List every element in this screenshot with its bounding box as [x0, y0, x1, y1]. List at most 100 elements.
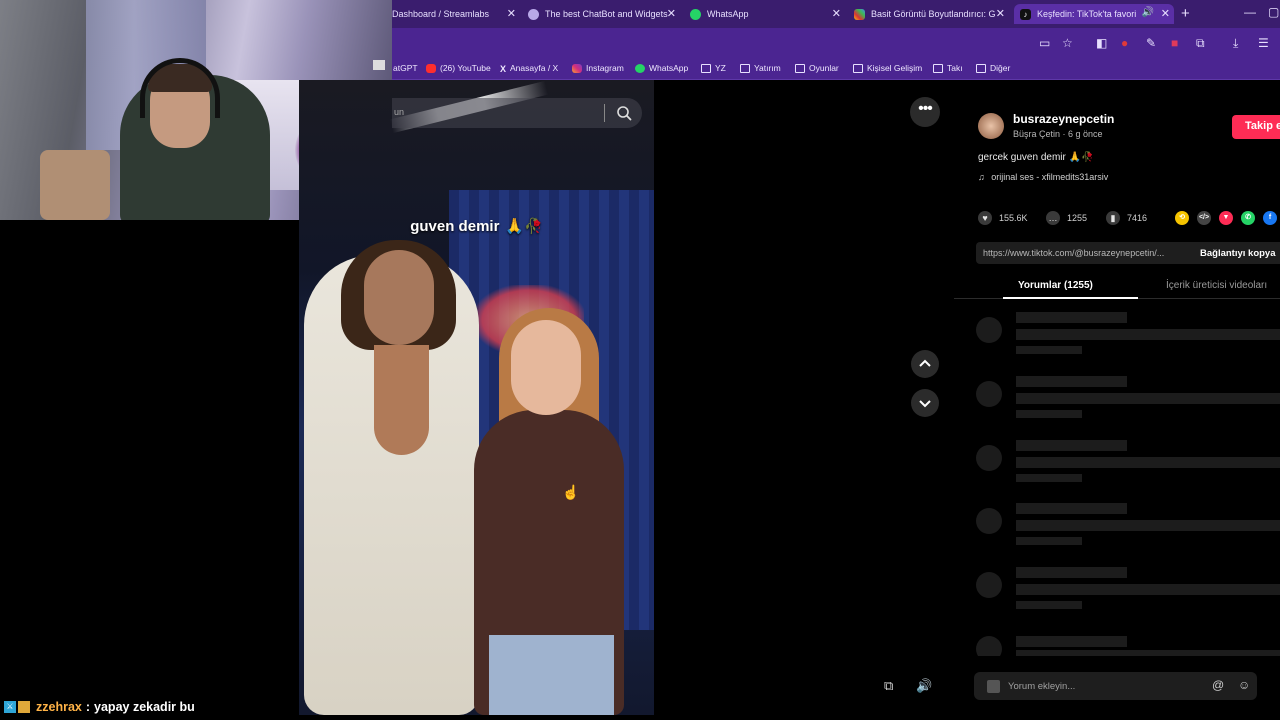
like-button[interactable]: ♥ 155.6K [978, 211, 1028, 225]
emoji-icon[interactable]: ☺ [1238, 678, 1250, 692]
comment-skeleton [976, 503, 1280, 560]
floating-player-icon[interactable]: ⧉ [884, 678, 904, 696]
webcam-wall-item [373, 60, 385, 70]
moderator-badge-icon: ⚔ [4, 701, 16, 713]
search-divider [604, 104, 605, 122]
comment-button[interactable]: … 1255 [1046, 211, 1087, 225]
bookmark-label: Kişisel Gelişim [867, 63, 923, 73]
search-input[interactable]: un [394, 107, 404, 117]
video-caption: guven demir 🙏🥀 [299, 217, 654, 235]
bookmark-folder-yz[interactable]: YZ [701, 63, 726, 73]
extensions-puzzle-icon[interactable]: ⧉ [1196, 36, 1205, 51]
volume-icon[interactable]: 🔊 [916, 678, 936, 696]
comment-count: 1255 [1067, 213, 1088, 223]
bookmark-label: Takı [947, 63, 963, 73]
sound-row[interactable]: ♫ orijinal ses - xfilmedits31arsiv [978, 172, 1108, 182]
repost-icon[interactable]: ⟲ [1175, 211, 1189, 225]
like-count: 155.6K [999, 213, 1028, 223]
music-note-icon: ♫ [978, 172, 985, 182]
tab-whatsapp[interactable]: WhatsApp ✕ [690, 4, 845, 24]
whatsapp-icon[interactable]: ✆ [1241, 211, 1255, 225]
bookmark-whatsapp[interactable]: WhatsApp [635, 63, 688, 73]
restore-icon[interactable]: ▢ [1268, 5, 1279, 19]
tab-comments[interactable]: Yorumlar (1255) [1018, 280, 1093, 291]
mention-icon[interactable]: @ [1212, 678, 1224, 692]
link-copy-box: https://www.tiktok.com/@busrazeynepcetin… [976, 242, 1280, 264]
bookmark-folder-kisisel-gelisim[interactable]: Kişisel Gelişim [853, 63, 922, 73]
comment-skeleton [976, 440, 1280, 497]
tab-title: Keşfedin: TikTok'ta favori v [1037, 9, 1137, 19]
video-woman-head [511, 320, 581, 415]
comment-input[interactable]: Yorum ekleyin... @ ☺ [974, 672, 1257, 700]
post-description: gercek guven demir 🙏🥀 [978, 152, 1094, 163]
comment-skeleton [976, 312, 1280, 369]
chat-message: yapay zekadir bu [94, 700, 195, 714]
tab-creator-videos[interactable]: İçerik üreticisi videoları [1166, 280, 1267, 291]
stream-chat-message: ⚔ zzehrax : yapay zekadir bu [4, 699, 195, 715]
hand-cursor-icon: ☝ [562, 484, 580, 500]
adblock-icon[interactable]: ● [1121, 36, 1128, 50]
bookmark-folder-oyunlar[interactable]: Oyunlar [795, 63, 839, 73]
minimize-icon[interactable]: — [1244, 5, 1256, 19]
menu-icon[interactable]: ☰ [1258, 36, 1269, 50]
close-icon[interactable]: ✕ [507, 7, 516, 20]
author-subline: Büşra Çetin · 6 g önce [1013, 129, 1103, 139]
bookmark-youtube[interactable]: (26) YouTube [426, 63, 491, 73]
speaker-icon[interactable]: 🔊 [1142, 7, 1154, 18]
save-button[interactable]: ▮ 7416 [1106, 211, 1147, 225]
instagram-icon [572, 63, 582, 73]
extension-icon[interactable]: ◧ [1096, 36, 1107, 50]
pen-icon[interactable]: ✎ [1146, 36, 1156, 50]
comment-skeleton [976, 636, 1280, 656]
bookmark-x[interactable]: X Anasayfa / X [500, 63, 558, 74]
tab-chatbot[interactable]: The best ChatBot and Widgets ✕ [526, 4, 680, 24]
bookmark-folder-diger[interactable]: Diğer [976, 63, 1010, 73]
author-username[interactable]: busrazeynepcetin [1013, 112, 1114, 126]
close-icon[interactable]: ✕ [996, 7, 1005, 20]
video-caption-text: guven demir [410, 218, 500, 235]
search-bar[interactable]: un [392, 98, 642, 128]
tab-image-resizer[interactable]: Basit Görüntü Boyutlandırıcı: G ✕ [854, 4, 1009, 24]
bookmark-folder-taki[interactable]: Takı [933, 63, 963, 73]
tab-title: Basit Görüntü Boyutlandırıcı: G [871, 9, 996, 19]
search-icon[interactable] [616, 105, 632, 121]
more-options-icon[interactable]: ••• [910, 97, 940, 127]
bookmark-label: Oyunlar [809, 63, 839, 73]
follow-button[interactable]: Takip e [1232, 115, 1280, 139]
next-video-button[interactable] [911, 389, 939, 417]
avatar[interactable] [978, 113, 1004, 139]
install-app-icon[interactable]: ▭ [1039, 36, 1050, 50]
tab-title: The best ChatBot and Widgets [545, 9, 668, 19]
whatsapp-icon [690, 8, 701, 20]
send-icon[interactable]: ▼ [1219, 211, 1233, 225]
close-icon[interactable]: ✕ [832, 7, 841, 20]
folder-icon [933, 63, 943, 73]
bookmark-star-icon[interactable]: ☆ [1062, 36, 1073, 50]
previous-video-button[interactable] [911, 350, 939, 378]
tab-tiktok[interactable]: ♪ Keşfedin: TikTok'ta favori v 🔊 ✕ [1014, 4, 1174, 24]
video-man-chest [374, 345, 429, 455]
bookmark-folder-yatirim[interactable]: Yatırım [740, 63, 781, 73]
close-icon[interactable]: ✕ [1161, 7, 1170, 20]
comment-skeleton [976, 376, 1280, 433]
close-icon[interactable]: ✕ [667, 7, 676, 20]
bookmark-chatgpt[interactable]: atGPT [393, 63, 418, 73]
sound-label: orijinal ses - xfilmedits31arsiv [991, 172, 1109, 182]
bookmark-label: Yatırım [754, 63, 781, 73]
facebook-icon[interactable]: f [1263, 211, 1277, 225]
embed-icon[interactable]: </> [1197, 211, 1211, 225]
tiktok-video[interactable]: guven demir 🙏🥀 [299, 80, 654, 715]
bookmark-label: YZ [715, 63, 726, 73]
tab-streamlabs[interactable]: Dashboard / Streamlabs ✕ [392, 4, 520, 24]
save-count: 7416 [1127, 213, 1148, 223]
download-icon[interactable]: ⤓ [1233, 36, 1238, 51]
subscriber-badge-icon [18, 701, 30, 713]
comment-skeleton [976, 567, 1280, 624]
video-man-head [364, 250, 434, 345]
copy-link-button[interactable]: Bağlantıyı kopya [1200, 248, 1276, 259]
user-avatar-icon [987, 680, 1000, 693]
bookmark-instagram[interactable]: Instagram [572, 63, 624, 73]
new-tab-icon[interactable]: + [1181, 5, 1190, 22]
tab-title: WhatsApp [707, 9, 749, 19]
recorder-icon[interactable]: ■ [1171, 36, 1178, 50]
